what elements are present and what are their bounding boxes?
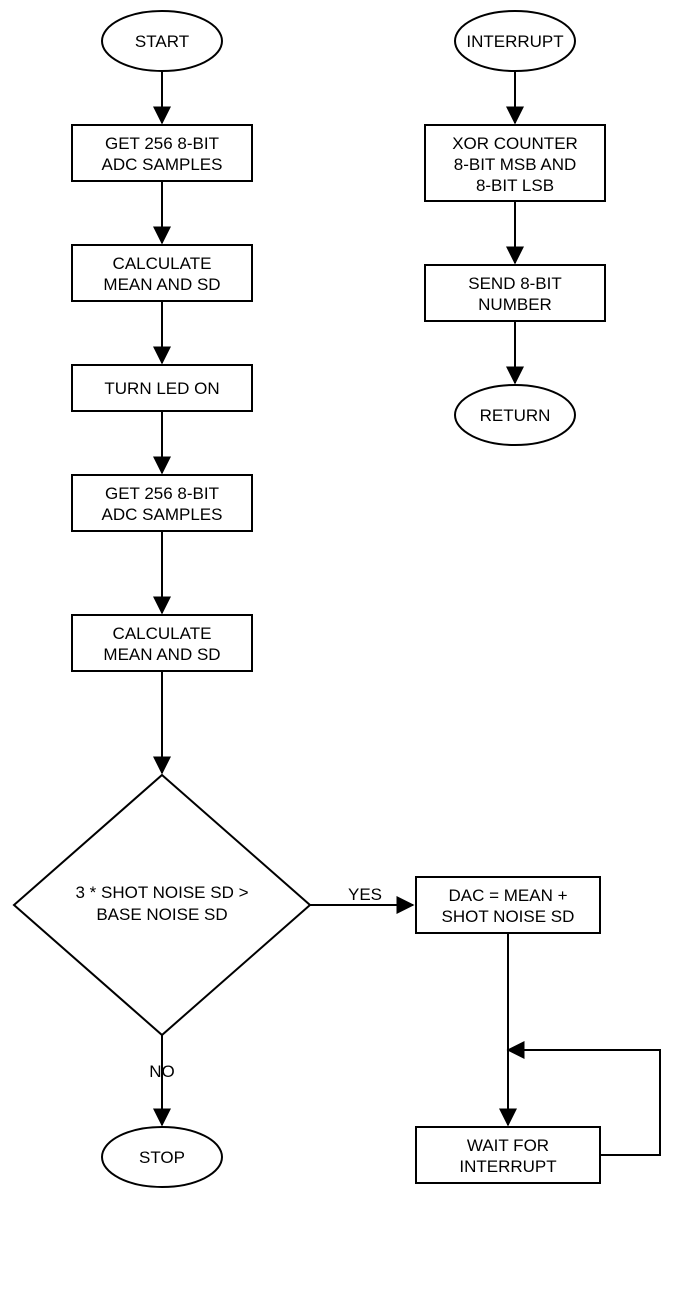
start-label: START: [135, 32, 189, 51]
edge-yes: YES: [348, 885, 382, 904]
process-label: CALCULATE: [113, 624, 212, 643]
process-label: SEND 8-BIT: [468, 274, 562, 293]
process-label: MEAN AND SD: [103, 275, 220, 294]
flowchart: START GET 256 8-BIT ADC SAMPLES CALCULAT…: [0, 0, 685, 1301]
process-label: SHOT NOISE SD: [442, 907, 575, 926]
process-label: XOR COUNTER: [452, 134, 578, 153]
process-label: ADC SAMPLES: [102, 155, 223, 174]
process-label: CALCULATE: [113, 254, 212, 273]
decision-label: BASE NOISE SD: [96, 905, 227, 924]
process-label: NUMBER: [478, 295, 552, 314]
stop-label: STOP: [139, 1148, 185, 1167]
return-label: RETURN: [480, 406, 551, 425]
process-label: TURN LED ON: [104, 379, 219, 398]
process-label: GET 256 8-BIT: [105, 134, 219, 153]
process-label: 8-BIT MSB AND: [454, 155, 577, 174]
process-label: 8-BIT LSB: [476, 176, 554, 195]
process-label: GET 256 8-BIT: [105, 484, 219, 503]
process-label: DAC = MEAN +: [448, 886, 567, 905]
process-label: WAIT FOR: [467, 1136, 549, 1155]
process-label: ADC SAMPLES: [102, 505, 223, 524]
process-label: INTERRUPT: [459, 1157, 556, 1176]
interrupt-label: INTERRUPT: [466, 32, 563, 51]
decision-label: 3 * SHOT NOISE SD >: [75, 883, 248, 902]
edge-no: NO: [149, 1062, 175, 1081]
process-label: MEAN AND SD: [103, 645, 220, 664]
